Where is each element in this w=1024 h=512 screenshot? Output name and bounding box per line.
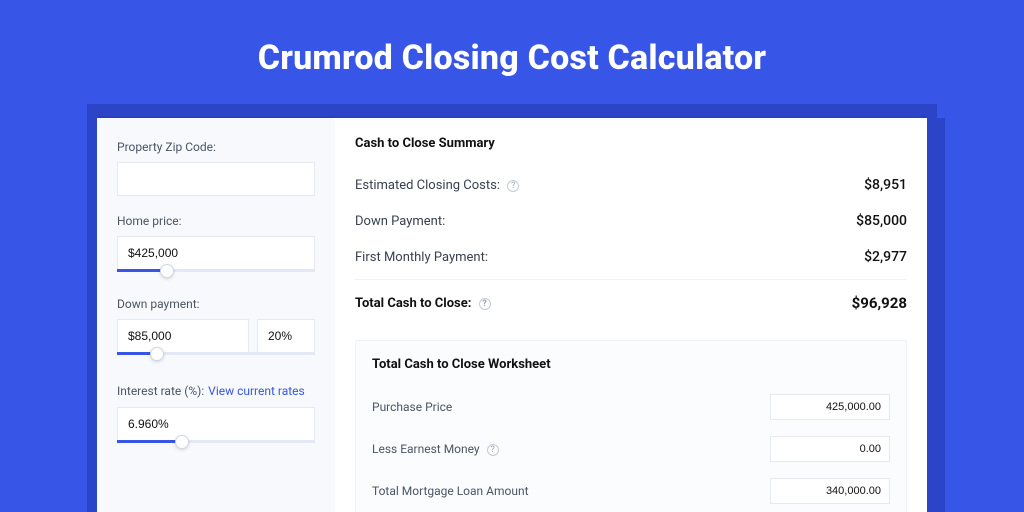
slider-fill [117, 440, 182, 443]
worksheet-row-label: Total Mortgage Loan Amount [372, 484, 529, 498]
worksheet-row-label: Less Earnest Money [372, 442, 480, 456]
worksheet-row: Total Mortgage Loan Amount [372, 470, 890, 512]
interest-input[interactable] [117, 407, 315, 441]
summary-row-label: Down Payment: [355, 214, 445, 229]
worksheet-row: Less Earnest Money ? [372, 428, 890, 470]
interest-label: Interest rate (%): [117, 384, 204, 398]
home-price-input[interactable] [117, 236, 315, 270]
summary-row-label: Estimated Closing Costs: [355, 178, 500, 193]
down-payment-slider[interactable] [117, 352, 315, 362]
earnest-money-input[interactable] [770, 436, 890, 462]
down-payment-percent-input[interactable] [257, 319, 315, 353]
slider-thumb[interactable] [150, 347, 164, 361]
purchase-price-input[interactable] [770, 394, 890, 420]
help-icon[interactable]: ? [487, 444, 499, 456]
summary-total-label: Total Cash to Close: [355, 296, 471, 311]
summary-row-value: $2,977 [864, 249, 907, 265]
summary-total-value: $96,928 [852, 294, 907, 312]
down-payment-label: Down payment: [117, 297, 315, 311]
summary-row-value: $85,000 [856, 213, 907, 229]
down-payment-input[interactable] [117, 319, 249, 353]
view-rates-link[interactable]: View current rates [208, 384, 305, 398]
summary-row: First Monthly Payment: $2,977 [355, 239, 907, 275]
summary-pane: Cash to Close Summary Estimated Closing … [335, 118, 927, 512]
zip-field-group: Property Zip Code: [117, 140, 315, 196]
zip-input[interactable] [117, 162, 315, 196]
home-price-field-group: Home price: [117, 214, 315, 279]
worksheet-row: Purchase Price [372, 386, 890, 428]
worksheet-row-label: Purchase Price [372, 400, 452, 414]
page-title: Crumrod Closing Cost Calculator [0, 0, 1024, 104]
summary-row: Estimated Closing Costs: ? $8,951 [355, 167, 907, 203]
home-price-slider[interactable] [117, 269, 315, 279]
worksheet-title: Total Cash to Close Worksheet [372, 357, 890, 372]
slider-thumb[interactable] [175, 435, 189, 449]
worksheet-panel: Total Cash to Close Worksheet Purchase P… [355, 340, 907, 512]
home-price-label: Home price: [117, 214, 315, 228]
interest-field-group: Interest rate (%): View current rates [117, 380, 315, 450]
input-pane: Property Zip Code: Home price: Down paym… [97, 118, 335, 512]
summary-row-label: First Monthly Payment: [355, 250, 488, 265]
summary-total-row: Total Cash to Close: ? $96,928 [355, 279, 907, 322]
down-payment-field-group: Down payment: [117, 297, 315, 362]
zip-label: Property Zip Code: [117, 140, 315, 154]
mortgage-amount-input[interactable] [770, 478, 890, 504]
summary-row-value: $8,951 [864, 177, 907, 193]
interest-slider[interactable] [117, 440, 315, 450]
slider-thumb[interactable] [160, 264, 174, 278]
help-icon[interactable]: ? [479, 298, 491, 310]
summary-row: Down Payment: $85,000 [355, 203, 907, 239]
help-icon[interactable]: ? [507, 180, 519, 192]
card-shadow [87, 104, 937, 118]
calculator-card: Property Zip Code: Home price: Down paym… [97, 118, 927, 512]
summary-title: Cash to Close Summary [355, 136, 907, 151]
